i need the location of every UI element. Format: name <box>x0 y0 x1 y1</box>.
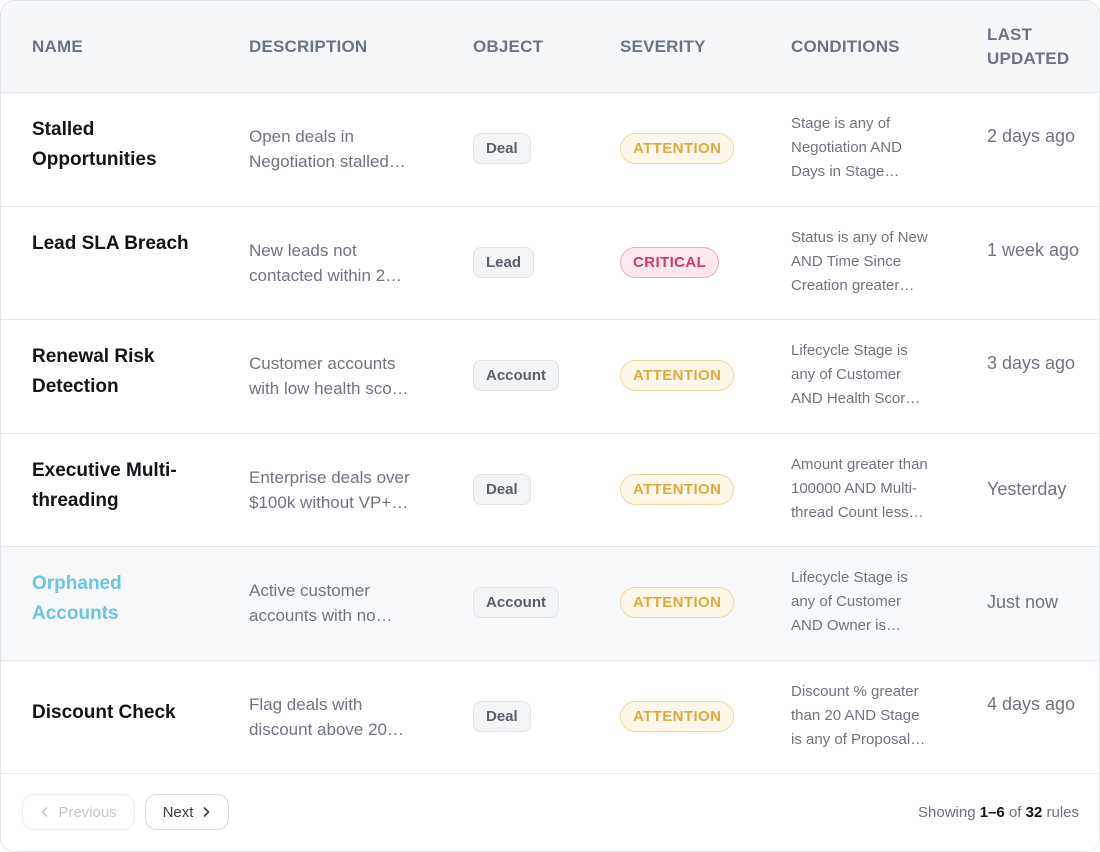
rule-conditions-line1: Stage is any of <box>791 115 891 132</box>
rule-description-line1: Enterprise deals over <box>249 468 410 487</box>
rule-conditions-line2: any of Customer <box>791 366 902 383</box>
header-last-updated[interactable]: LAST UPDATED <box>987 23 1087 71</box>
rule-conditions-line1: Lifecycle Stage is <box>791 342 908 359</box>
rule-conditions: Amount greater than 100000 AND Multi- th… <box>791 453 931 525</box>
object-badge: Lead <box>473 247 535 278</box>
rule-conditions-line2: AND Time Since <box>791 253 902 270</box>
pagination-footer: Previous Next Showing 1–6 of 32 rules <box>1 774 1099 851</box>
rule-description-line1: Open deals in <box>249 127 354 146</box>
rule-conditions-line1: Lifecycle Stage is <box>791 569 908 586</box>
header-object[interactable]: OBJECT <box>473 35 543 59</box>
rule-conditions-line2: Negotiation AND <box>791 139 902 156</box>
rule-conditions-line3: thread Count less… <box>791 504 924 521</box>
previous-label: Previous <box>58 803 117 821</box>
last-updated: Yesterday <box>987 479 1067 499</box>
pagination-summary: Showing 1–6 of 32 rules <box>918 804 1079 821</box>
severity-badge: ATTENTION <box>620 360 735 391</box>
rule-conditions: Lifecycle Stage is any of Customer AND H… <box>791 339 931 411</box>
object-badge: Deal <box>473 701 531 732</box>
rule-conditions: Lifecycle Stage is any of Customer AND O… <box>791 566 931 638</box>
table-row[interactable]: Orphaned Accounts Active customer accoun… <box>1 547 1099 661</box>
rule-description-line2: Negotiation stalled… <box>249 152 406 171</box>
table-row[interactable]: Executive Multi-threading Enterprise dea… <box>1 434 1099 547</box>
severity-badge: ATTENTION <box>620 133 735 164</box>
rule-description: Customer accounts with low health sco… <box>249 351 424 401</box>
rule-conditions-line3: AND Owner is… <box>791 617 902 634</box>
rule-description-line2: accounts with no… <box>249 606 393 625</box>
showing-suffix: rules <box>1046 804 1079 821</box>
rule-conditions-line3: AND Health Scor… <box>791 390 921 407</box>
last-updated: 3 days ago <box>987 353 1076 373</box>
rule-name[interactable]: Orphaned Accounts <box>32 569 212 629</box>
severity-badge: ATTENTION <box>620 701 735 732</box>
rule-conditions: Stage is any of Negotiation AND Days in … <box>791 112 931 184</box>
rule-description-line1: Active customer <box>249 581 370 600</box>
table-row[interactable]: Lead SLA Breach New leads not contacted … <box>1 207 1099 320</box>
rule-conditions-line3: is any of Proposal… <box>791 731 926 748</box>
header-conditions[interactable]: CONDITIONS <box>791 35 900 59</box>
header-name[interactable]: NAME <box>32 35 83 59</box>
object-badge: Account <box>473 360 559 391</box>
previous-button[interactable]: Previous <box>22 794 135 830</box>
rule-description-line2: with low health sco… <box>249 379 409 398</box>
table-row[interactable]: Stalled Opportunities Open deals in Nego… <box>1 93 1099 207</box>
table-header: NAME DESCRIPTION OBJECT SEVERITY CONDITI… <box>1 1 1099 93</box>
rule-conditions-line1: Status is any of New <box>791 229 928 246</box>
rule-description-line2: discount above 20… <box>249 720 404 739</box>
rule-description: Enterprise deals over $100k without VP+… <box>249 465 424 515</box>
rule-name[interactable]: Discount Check <box>32 698 252 728</box>
rule-name[interactable]: Stalled Opportunities <box>32 115 212 175</box>
rule-description-line1: New leads not <box>249 241 357 260</box>
rule-conditions-line3: Creation greater… <box>791 277 915 294</box>
last-updated: 4 days ago <box>987 694 1076 714</box>
next-button[interactable]: Next <box>145 794 229 830</box>
rule-name[interactable]: Lead SLA Breach <box>32 229 212 259</box>
object-badge: Deal <box>473 474 531 505</box>
severity-badge: ATTENTION <box>620 474 735 505</box>
rule-name[interactable]: Renewal Risk Detection <box>32 342 212 402</box>
showing-total: 32 <box>1025 804 1043 821</box>
rule-conditions: Discount % greater than 20 AND Stage is … <box>791 680 931 752</box>
rule-conditions-line2: 100000 AND Multi- <box>791 480 917 497</box>
rule-description-line2: contacted within 2… <box>249 266 403 285</box>
rule-conditions-line1: Amount greater than <box>791 456 928 473</box>
header-last-updated-line2: UPDATED <box>987 49 1070 68</box>
chevron-right-icon <box>204 807 210 817</box>
rule-conditions-line2: than 20 AND Stage <box>791 707 920 724</box>
table-row[interactable]: Renewal Risk Detection Customer accounts… <box>1 320 1099 434</box>
showing-of: of <box>1008 804 1022 821</box>
rule-conditions-line1: Discount % greater <box>791 683 919 700</box>
header-severity[interactable]: SEVERITY <box>620 35 706 59</box>
last-updated: 1 week ago <box>987 240 1080 260</box>
severity-badge: CRITICAL <box>620 247 720 278</box>
rule-description-line1: Flag deals with <box>249 695 363 714</box>
table-row[interactable]: Discount Check Flag deals with discount … <box>1 661 1099 774</box>
chevron-left-icon <box>42 807 48 817</box>
last-updated: Just now <box>987 592 1059 612</box>
header-description[interactable]: DESCRIPTION <box>249 35 367 59</box>
next-label: Next <box>162 803 194 821</box>
rule-description: Flag deals with discount above 20… <box>249 692 424 742</box>
rules-table-card: NAME DESCRIPTION OBJECT SEVERITY CONDITI… <box>0 0 1100 852</box>
rule-description-line1: Customer accounts <box>249 354 396 373</box>
rule-conditions-line2: any of Customer <box>791 593 902 610</box>
rule-description: Open deals in Negotiation stalled… <box>249 124 424 174</box>
rule-conditions-line3: Days in Stage… <box>791 163 900 180</box>
rule-description-line2: $100k without VP+… <box>249 493 409 512</box>
showing-range: 1–6 <box>979 804 1005 821</box>
last-updated: 2 days ago <box>987 126 1076 146</box>
rule-name[interactable]: Executive Multi-threading <box>32 456 212 516</box>
rule-description: Active customer accounts with no… <box>249 578 424 628</box>
rule-conditions: Status is any of New AND Time Since Crea… <box>791 226 931 298</box>
showing-prefix: Showing <box>918 804 976 821</box>
object-badge: Deal <box>473 133 531 164</box>
object-badge: Account <box>473 587 559 618</box>
header-last-updated-line1: LAST <box>987 25 1033 44</box>
rule-description: New leads not contacted within 2… <box>249 238 424 288</box>
severity-badge: ATTENTION <box>620 587 735 618</box>
